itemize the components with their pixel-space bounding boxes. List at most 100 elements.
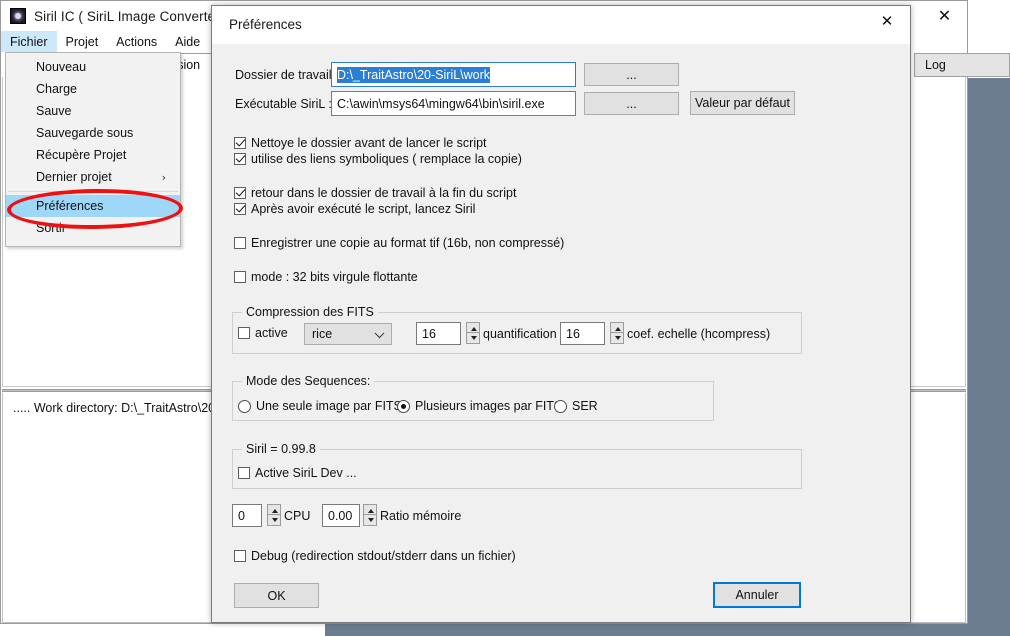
- checkbox-debug[interactable]: Debug (redirection stdout/stderr dans un…: [234, 549, 516, 563]
- compression-method-select[interactable]: rice: [304, 323, 392, 345]
- quantification-label: quantification: [483, 327, 557, 341]
- checkbox-icon: [234, 550, 246, 562]
- quantification-stepper[interactable]: [466, 322, 480, 344]
- menu-item-charge[interactable]: Charge: [6, 78, 180, 100]
- ok-button[interactable]: OK: [234, 583, 319, 608]
- radio-multiple-images-per-fits-label: Plusieurs images par FITS: [415, 399, 563, 413]
- checkbox-save-tif-label: Enregistrer une copie au format tif (16b…: [251, 236, 565, 250]
- menu-fichier-label: Fichier: [10, 34, 48, 49]
- hcompress-value: 16: [566, 326, 580, 341]
- star-image-icon: [10, 8, 26, 24]
- checkbox-debug-label: Debug (redirection stdout/stderr dans un…: [251, 549, 516, 563]
- hcompress-input[interactable]: 16: [560, 322, 605, 345]
- menu-separator: [8, 191, 178, 192]
- workdir-browse-button[interactable]: ...: [584, 63, 679, 86]
- checkbox-icon: [234, 153, 246, 165]
- checkbox-active-siril-dev[interactable]: Active SiriL Dev ...: [238, 466, 357, 480]
- menu-projet-label: Projet: [65, 34, 99, 49]
- radio-multiple-images-per-fits[interactable]: Plusieurs images par FITS: [397, 399, 562, 413]
- menu-item-recupere-projet[interactable]: Récupère Projet: [6, 144, 180, 166]
- menu-item-nouveau[interactable]: Nouveau: [6, 56, 180, 78]
- stepper-down-icon[interactable]: [363, 515, 377, 526]
- default-value-label: Valeur par défaut: [695, 96, 790, 110]
- siril-version-group-title: Siril = 0.99.8: [242, 442, 320, 456]
- checkbox-symlinks-label: utilise des liens symboliques ( remplace…: [251, 152, 522, 166]
- menu-fichier[interactable]: Fichier: [1, 31, 57, 52]
- menu-item-sortir-label: Sortir: [36, 221, 66, 235]
- checkbox-icon: [234, 237, 246, 249]
- exe-browse-label: ...: [626, 96, 637, 111]
- hcompress-label: coef. echelle (hcompress): [627, 327, 771, 341]
- cpu-stepper[interactable]: [267, 504, 281, 526]
- checkbox-icon: [238, 327, 250, 339]
- checkbox-32bit-float[interactable]: mode : 32 bits virgule flottante: [234, 270, 418, 284]
- checkbox-launch-siril[interactable]: Après avoir exécuté le script, lancez Si…: [234, 202, 475, 216]
- menu-item-recupere-projet-label: Récupère Projet: [36, 148, 127, 162]
- menu-projet[interactable]: Projet: [57, 31, 108, 52]
- compression-active-label: active: [255, 326, 288, 340]
- menu-item-sauvegarde-sous[interactable]: Sauvegarde sous: [6, 122, 180, 144]
- radio-icon: [554, 399, 567, 413]
- radio-one-image-per-fits[interactable]: Une seule image par FITS: [238, 399, 402, 413]
- dialog-title: Préférences: [229, 17, 302, 32]
- stepper-up-icon[interactable]: [267, 504, 281, 515]
- workdir-input-value: D:\_TraitAstro\20-SiriL\work: [337, 66, 491, 83]
- memory-ratio-input[interactable]: 0.00: [322, 504, 360, 527]
- sequence-mode-group-title: Mode des Sequences:: [242, 374, 375, 388]
- preferences-dialog: Préférences ✕ Dossier de travail: D:\_Tr…: [211, 5, 911, 623]
- active-siril-dev-label: Active SiriL Dev ...: [255, 466, 357, 480]
- stepper-up-icon[interactable]: [610, 322, 624, 333]
- memory-ratio-value: 0.00: [328, 508, 353, 523]
- radio-ser-label: SER: [572, 399, 598, 413]
- stepper-down-icon[interactable]: [466, 333, 480, 344]
- stepper-down-icon[interactable]: [267, 515, 281, 526]
- exe-browse-button[interactable]: ...: [584, 92, 679, 115]
- checkbox-icon: [234, 187, 246, 199]
- menu-item-sauve-label: Sauve: [36, 104, 72, 118]
- menu-item-sortir[interactable]: Sortir: [6, 217, 180, 239]
- menu-item-dernier-projet-label: Dernier projet: [36, 170, 112, 184]
- menu-actions-label: Actions: [116, 34, 158, 49]
- main-window-title: Siril IC ( SiriL Image Converter ): [34, 8, 229, 24]
- stepper-up-icon[interactable]: [466, 322, 480, 333]
- exe-label: Exécutable SiriL :: [235, 97, 332, 111]
- close-icon: ✕: [937, 6, 952, 25]
- memory-ratio-label: Ratio mémoire: [380, 509, 462, 523]
- close-button[interactable]: ✕: [922, 1, 967, 31]
- radio-ser[interactable]: SER: [554, 399, 598, 413]
- stepper-down-icon[interactable]: [610, 333, 624, 344]
- dialog-titlebar: Préférences ✕: [212, 6, 910, 45]
- menu-aide[interactable]: Aide: [166, 31, 209, 52]
- checkbox-return-workdir[interactable]: retour dans le dossier de travail à la f…: [234, 186, 516, 200]
- dialog-body: Dossier de travail: D:\_TraitAstro\20-Si…: [212, 44, 910, 622]
- radio-selected-icon: [397, 399, 410, 413]
- checkbox-symlinks[interactable]: utilise des liens symboliques ( remplace…: [234, 152, 522, 166]
- checkbox-compression-active[interactable]: active: [238, 326, 288, 340]
- menu-item-sauve[interactable]: Sauve: [6, 100, 180, 122]
- exe-input[interactable]: C:\awin\msys64\mingw64\bin\siril.exe: [331, 91, 576, 116]
- checkbox-clean-folder[interactable]: Nettoye le dossier avant de lancer le sc…: [234, 136, 487, 150]
- tab-log-label: Log: [925, 58, 946, 72]
- cancel-button[interactable]: Annuler: [713, 582, 801, 608]
- tab-log[interactable]: Log: [914, 53, 1010, 77]
- quantification-input[interactable]: 16: [416, 322, 461, 345]
- workdir-browse-label: ...: [626, 67, 637, 82]
- dialog-close-button[interactable]: ✕: [864, 6, 910, 36]
- stepper-up-icon[interactable]: [363, 504, 377, 515]
- checkbox-icon: [234, 203, 246, 215]
- checkbox-save-tif[interactable]: Enregistrer une copie au format tif (16b…: [234, 236, 564, 250]
- menu-item-sauvegarde-sous-label: Sauvegarde sous: [36, 126, 134, 140]
- menu-actions[interactable]: Actions: [107, 31, 166, 52]
- checkbox-return-workdir-label: retour dans le dossier de travail à la f…: [251, 186, 517, 200]
- hcompress-stepper[interactable]: [610, 322, 624, 344]
- workdir-input[interactable]: D:\_TraitAstro\20-SiriL\work: [331, 62, 576, 87]
- memory-ratio-stepper[interactable]: [363, 504, 377, 526]
- menu-item-dernier-projet[interactable]: Dernier projet ›: [6, 166, 180, 188]
- cpu-value: 0: [238, 508, 245, 523]
- default-value-button[interactable]: Valeur par défaut: [690, 91, 795, 115]
- cpu-input[interactable]: 0: [232, 504, 262, 527]
- chevron-down-icon: [374, 328, 385, 339]
- radio-one-image-per-fits-label: Une seule image par FITS: [256, 399, 402, 413]
- menu-item-preferences[interactable]: Préférences: [6, 195, 180, 217]
- cancel-button-label: Annuler: [735, 588, 779, 602]
